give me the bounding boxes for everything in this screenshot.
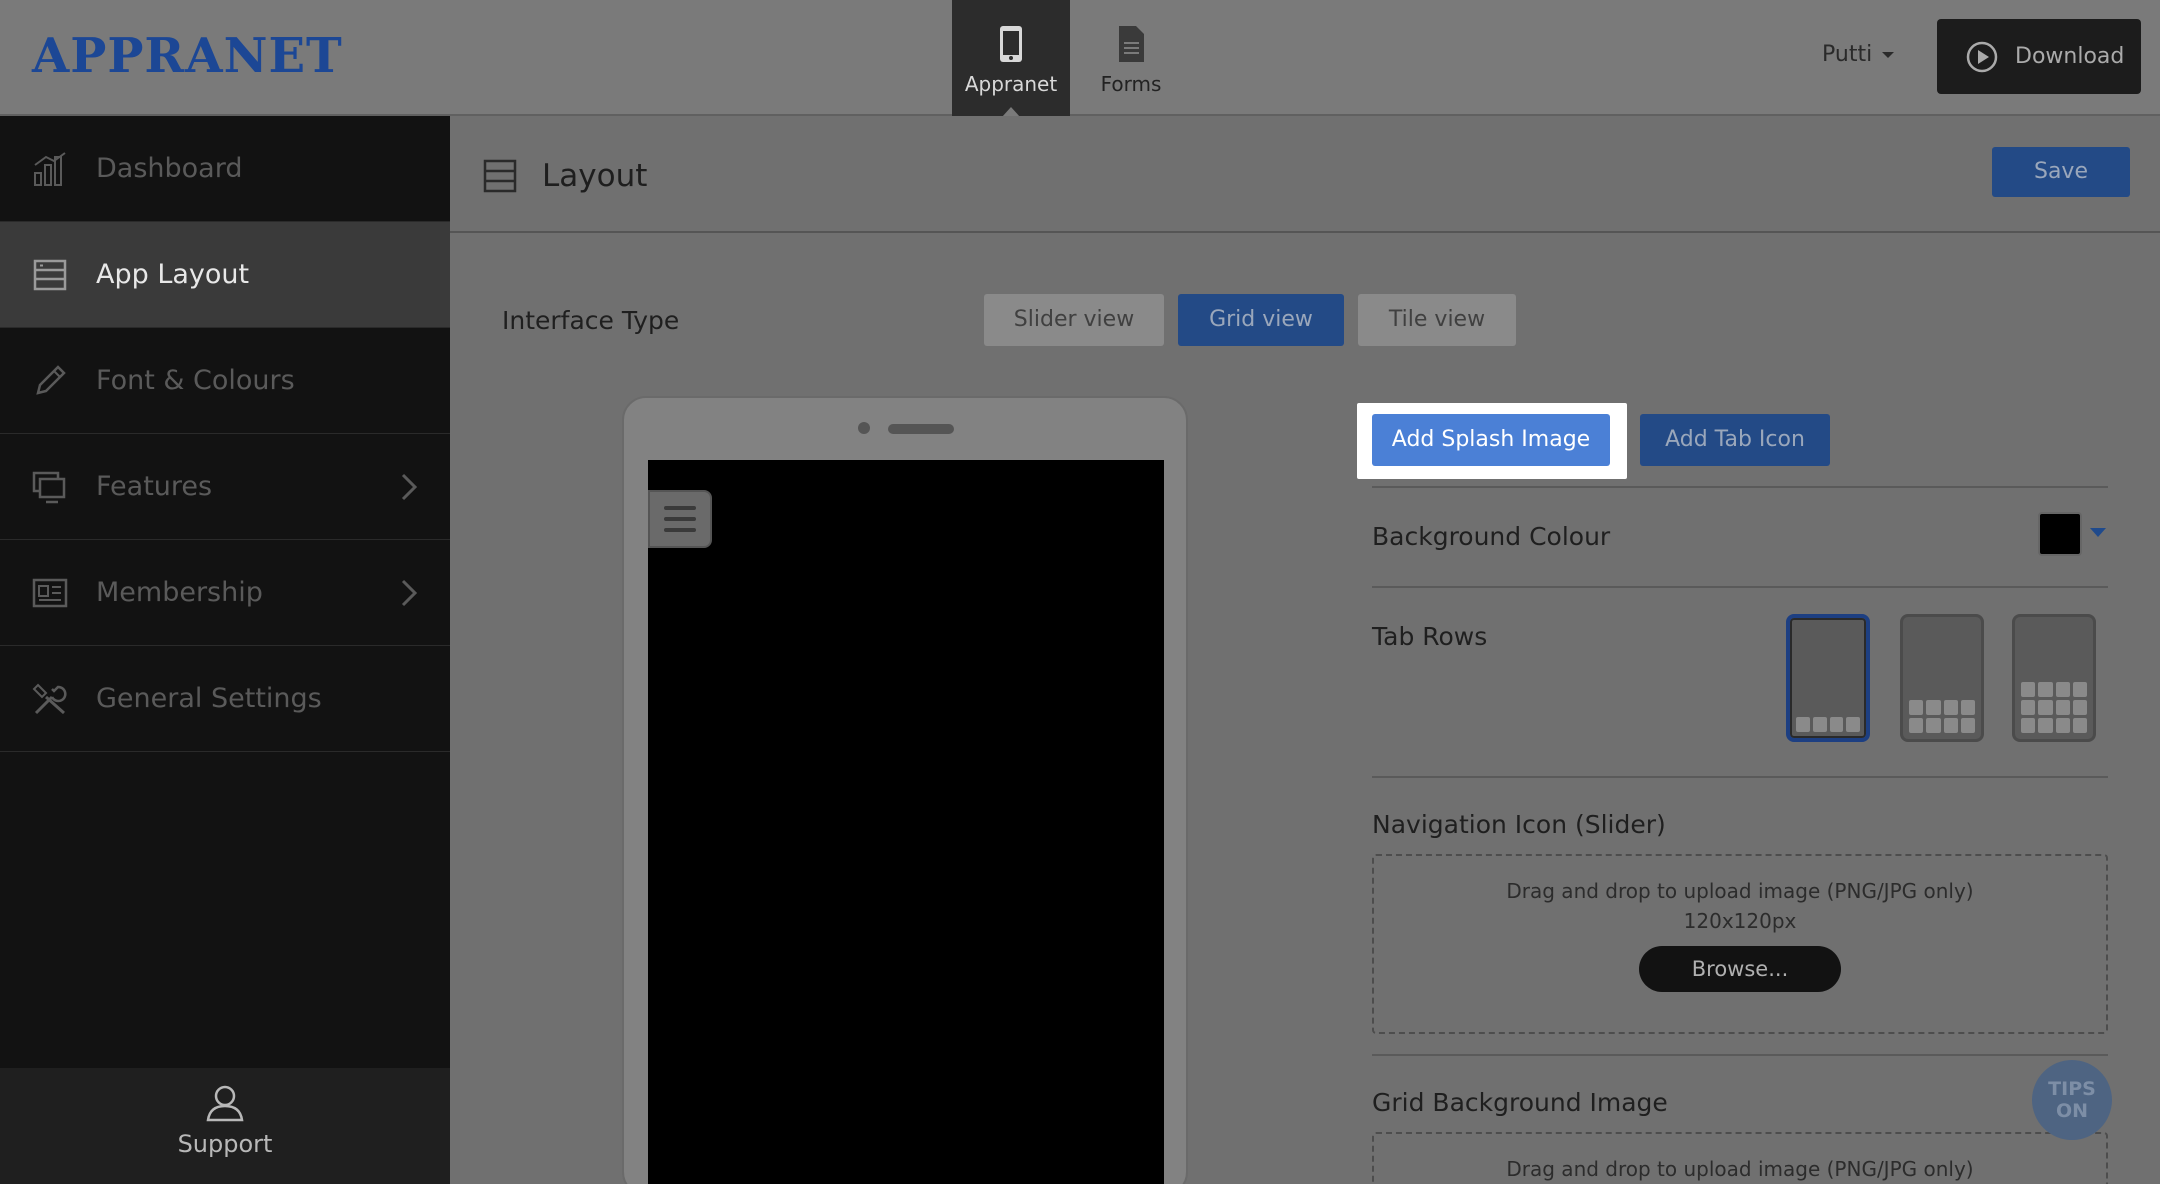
dropzone-hint: Drag and drop to upload image (PNG/JPG o… [1506,1157,1974,1181]
bar-chart-icon [34,151,66,186]
top-bar: APPRANET Appranet Forms Putti Download [0,0,2160,117]
topnav-appranet[interactable]: Appranet [952,0,1070,117]
phone-preview [622,396,1188,1184]
dropzone-size: 120x120px [1683,909,1797,933]
screens-icon [32,471,66,503]
sidebar-item-label: Font & Colours [96,365,295,396]
phone-screen [648,460,1164,1184]
download-button[interactable]: Download [1937,19,2141,94]
phone-camera [858,422,870,434]
phone-icon [1000,26,1022,62]
tab-rows-option-2[interactable] [1900,614,1984,742]
sidebar-item-general-settings[interactable]: General Settings [0,646,450,752]
topnav-forms-label: Forms [1100,72,1162,96]
main-content: Layout Save Interface Type Slider view G… [450,116,2160,1184]
tips-line2: ON [2055,1100,2089,1122]
divider [1372,586,2108,588]
support-button[interactable]: Support [0,1068,450,1184]
tab-rows-option-3[interactable] [2012,614,2096,742]
id-card-icon [32,578,68,607]
interface-type-label: Interface Type [502,306,680,335]
sidebar-item-label: General Settings [96,683,322,714]
layout-header: Layout Save [450,116,2160,233]
add-tab-icon-button[interactable]: Add Tab Icon [1640,414,1830,466]
tips-toggle[interactable]: TIPS ON [2032,1060,2112,1140]
layout-icon [483,159,517,193]
page-title: Layout [542,158,648,194]
tab-rows-option-1[interactable] [1786,614,1870,742]
pencil-icon [36,364,66,395]
sidebar-item-membership[interactable]: Membership [0,540,450,646]
support-label: Support [177,1130,273,1158]
chevron-right-icon [401,473,418,501]
chevron-down-icon [1882,52,1895,58]
tile-view-button[interactable]: Tile view [1358,294,1516,346]
sidebar: Dashboard App Layout Font & Colours Feat… [0,116,450,1184]
document-icon [1119,26,1144,62]
tools-icon [32,683,67,714]
add-splash-image-button[interactable]: Add Splash Image [1372,414,1610,466]
background-colour-label: Background Colour [1372,522,1611,551]
sidebar-item-label: Features [96,471,213,502]
divider [1372,776,2108,778]
tips-line1: TIPS [2048,1078,2096,1100]
hamburger-menu-icon[interactable] [648,490,712,548]
sidebar-item-features[interactable]: Features [0,434,450,540]
sidebar-item-app-layout[interactable]: App Layout [0,222,450,328]
layout-icon [33,259,67,290]
dropzone-hint: Drag and drop to upload image (PNG/JPG o… [1506,879,1974,903]
topnav-forms[interactable]: Forms [1072,0,1190,116]
chevron-down-icon[interactable] [2090,528,2106,537]
sidebar-item-font-colours[interactable]: Font & Colours [0,328,450,434]
divider [1372,486,2108,488]
sidebar-item-label: Dashboard [96,153,243,184]
divider [1372,1054,2108,1056]
topnav-appranet-label: Appranet [964,72,1058,96]
tab-rows-label: Tab Rows [1372,622,1488,651]
sidebar-item-label: App Layout [96,259,250,290]
save-button[interactable]: Save [1992,147,2130,197]
grid-view-button[interactable]: Grid view [1178,294,1344,346]
phone-speaker [888,424,954,434]
browse-button[interactable]: Browse... [1639,946,1841,992]
grid-background-label: Grid Background Image [1372,1088,1668,1117]
user-menu[interactable]: Putti [1822,42,1895,67]
chevron-right-icon [401,579,418,607]
slider-view-button[interactable]: Slider view [984,294,1164,346]
grid-background-dropzone[interactable]: Drag and drop to upload image (PNG/JPG o… [1372,1132,2108,1184]
user-icon [206,1085,244,1122]
play-circle-icon [1966,41,1998,72]
sidebar-item-label: Membership [96,577,263,608]
navigation-icon-dropzone[interactable]: Drag and drop to upload image (PNG/JPG o… [1372,854,2108,1034]
navigation-icon-label: Navigation Icon (Slider) [1372,810,1666,839]
sidebar-item-dashboard[interactable]: Dashboard [0,116,450,222]
background-colour-swatch[interactable] [2038,512,2082,556]
user-name: Putti [1822,42,1873,67]
download-label: Download [2015,44,2125,69]
app-logo[interactable]: APPRANET [32,28,343,84]
